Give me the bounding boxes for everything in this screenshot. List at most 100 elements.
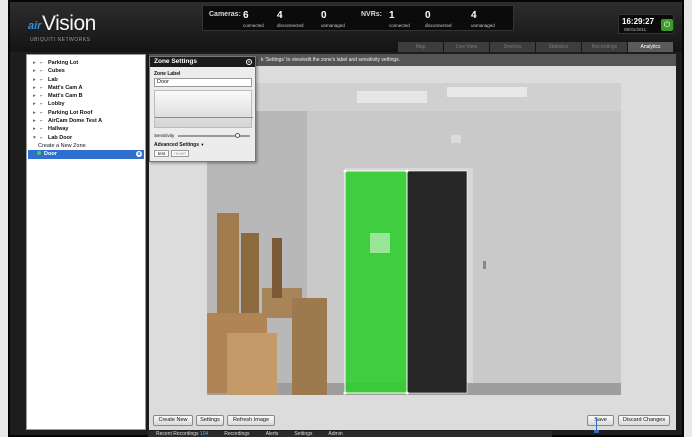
device-stats: Cameras: 6 connected 4 disconnected 0 un…	[202, 5, 514, 31]
app-window: air Vision UBIQUITI NETWORKS Cameras: 6 …	[8, 0, 684, 437]
nvrs-disconnected-label: disconnected	[425, 23, 452, 28]
zone-settings-title: Zone Settings	[154, 58, 197, 65]
nvrs-unmanaged-count: 4	[471, 10, 477, 21]
nvrs-connected-label: connected	[389, 23, 410, 28]
brand-sub: UBIQUITI NETWORKS	[30, 37, 91, 43]
settings-button[interactable]: Settings	[196, 415, 224, 426]
sensitivity-label: Sensitivity	[154, 133, 175, 138]
gear-icon[interactable]: ⚙	[136, 151, 142, 158]
camera-item-lobby[interactable]: ▸ ⌐ Lobby	[27, 100, 145, 108]
refresh-image-button[interactable]: Refresh Image	[227, 415, 275, 426]
camera-item-matts-cam-a[interactable]: ▸ ⌐ Matt's Cam A	[27, 84, 145, 92]
power-icon[interactable]: ⏻	[661, 19, 673, 31]
callout-dot	[594, 430, 599, 433]
sensitivity-slider-knob[interactable]	[234, 133, 240, 138]
header: air Vision UBIQUITI NETWORKS Cameras: 6 …	[10, 2, 682, 52]
camera-item-parking-lot-roof[interactable]: ▸ ⌐ Parking Lot Roof	[27, 109, 145, 117]
create-new-button[interactable]: Create New	[153, 415, 193, 426]
close-icon[interactable]: ×	[246, 59, 252, 65]
save-button[interactable]: Save	[587, 415, 614, 426]
threshold-line	[155, 117, 253, 118]
discard-changes-button[interactable]: Discard Changes	[618, 415, 670, 426]
tab-recordings[interactable]: Recordings	[582, 42, 627, 52]
expand-icon[interactable]: ▸	[33, 125, 40, 133]
expand-icon[interactable]: ▸	[33, 67, 40, 75]
camera-view[interactable]	[207, 83, 621, 395]
camera-item-matts-cam-b[interactable]: ▸ ⌐ Matt's Cam B	[27, 92, 145, 100]
expand-icon[interactable]: ▸	[33, 100, 40, 108]
camera-item-lab[interactable]: ▸ ⌐ Lab	[27, 76, 145, 84]
camera-label: Matt's Cam A	[48, 84, 83, 91]
tab-alerts[interactable]: Alerts	[258, 431, 287, 437]
cameras-label: Cameras:	[209, 11, 241, 18]
tab-recent-recordings[interactable]: Recent Recordings 104	[148, 431, 216, 437]
camera-icon: ⌐	[40, 101, 44, 108]
cameras-connected-count: 6	[243, 10, 249, 21]
expand-icon[interactable]: ▸	[33, 109, 40, 117]
advanced-settings-toggle[interactable]: Advanced Settings ▼	[154, 142, 204, 148]
nvrs-disconnected-count: 0	[425, 10, 431, 21]
camera-icon: ⌐	[40, 93, 44, 100]
tab-devices[interactable]: Devices	[490, 42, 535, 52]
camera-icon: ⌐	[40, 60, 44, 66]
cameras-disconnected-label: disconnected	[277, 23, 304, 28]
camera-item-aircam-dome-test-a[interactable]: ▸ ⌐ AirCam Dome Test A	[27, 117, 145, 125]
tab-map[interactable]: Map	[398, 42, 443, 52]
expand-icon[interactable]: ▸	[33, 117, 40, 125]
camera-label: Parking Lot Roof	[48, 109, 93, 116]
camera-icon: ⌐	[40, 84, 44, 91]
zone-label-input[interactable]: Door	[154, 78, 252, 87]
camera-label: AirCam Dome Test A	[48, 118, 103, 125]
expand-icon[interactable]: ▸	[33, 84, 40, 92]
revert-button[interactable]: revert	[171, 150, 189, 157]
camera-label: Lab	[48, 76, 58, 83]
camera-item-hallway[interactable]: ▸ ⌐ Hallway	[27, 125, 145, 133]
camera-label: Parking Lot	[48, 60, 79, 66]
camera-icon: ⌐	[40, 118, 44, 125]
brand-prefix: air	[28, 20, 42, 32]
camera-icon: ⌐	[40, 76, 44, 83]
zone-status-icon	[37, 151, 41, 156]
camera-tree: ▸ ⌐ Parking Lot ▸ ⌐ Cubes ▸ ⌐ Lab ▸ ⌐ Matt's Cam…	[26, 54, 146, 430]
camera-icon: ⌐	[40, 68, 44, 75]
nvrs-connected-count: 1	[389, 10, 395, 21]
test-button[interactable]: test	[154, 150, 169, 157]
zone-label-heading: Zone Label	[154, 71, 181, 77]
camera-label: Lobby	[48, 101, 65, 108]
camera-icon: ⌐	[40, 126, 44, 133]
camera-label: Matt's Cam B	[48, 93, 83, 100]
camera-item-lab-door[interactable]: ▾ ⌐ Lab Door	[27, 134, 145, 142]
recent-recordings-count: 104	[199, 431, 209, 437]
chevron-down-icon: ▼	[200, 142, 205, 147]
tab-statistics[interactable]: Statistics	[536, 42, 581, 52]
expand-icon[interactable]: ▸	[33, 59, 40, 67]
tab-recordings-footer[interactable]: Recordings	[216, 431, 257, 437]
zone-settings-header: Zone Settings ×	[150, 57, 255, 67]
nvrs-unmanaged-label: unmanaged	[471, 23, 495, 28]
camera-label: Hallway	[48, 126, 69, 133]
camera-item-parking-lot[interactable]: ▸ ⌐ Parking Lot	[27, 59, 145, 67]
zone-label: Door	[44, 151, 57, 158]
expand-icon[interactable]: ▸	[33, 76, 40, 84]
tab-admin[interactable]: Admin	[320, 431, 350, 437]
camera-image	[207, 83, 621, 395]
main-tabs: Map Live View Devices Statistics Recordi…	[398, 42, 674, 52]
create-zone-link[interactable]: Create a New Zone	[27, 142, 145, 150]
zone-item-door[interactable]: Door ⚙	[28, 150, 144, 159]
tab-analytics[interactable]: Analytics	[628, 42, 673, 52]
camera-item-cubes[interactable]: ▸ ⌐ Cubes	[27, 67, 145, 75]
advanced-settings-label: Advanced Settings	[154, 142, 200, 148]
bottom-tabs: Recent Recordings 104 Recordings Alerts …	[148, 431, 552, 437]
cameras-unmanaged-count: 0	[321, 10, 327, 21]
nvrs-label: NVRs:	[361, 11, 383, 18]
camera-icon: ⌐	[40, 109, 44, 116]
collapse-icon[interactable]: ▾	[33, 134, 40, 142]
brand-name: Vision	[42, 12, 96, 35]
tab-live-view[interactable]: Live View	[444, 42, 489, 52]
expand-icon[interactable]: ▸	[33, 92, 40, 100]
sensitivity-slider[interactable]	[178, 133, 250, 138]
tab-settings-footer[interactable]: Settings	[286, 431, 320, 437]
camera-icon: ⌐	[40, 134, 44, 141]
save-callout-line	[594, 418, 599, 433]
logo: air Vision UBIQUITI NETWORKS	[28, 12, 108, 43]
